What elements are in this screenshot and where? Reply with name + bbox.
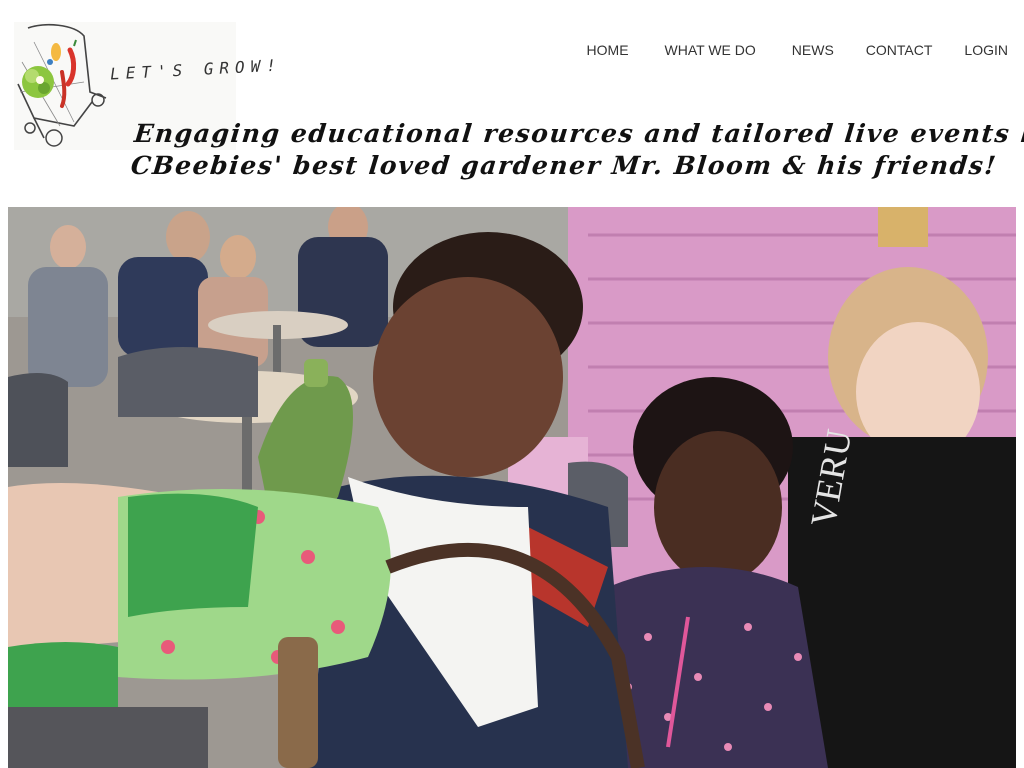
hero-image: VERU	[8, 207, 1016, 768]
nav-home[interactable]: HOME	[587, 41, 629, 59]
page: LET'S GROW! HOME WHAT WE DO NEWS CONTACT…	[0, 0, 1024, 768]
nav-what-we-do[interactable]: WHAT WE DO	[629, 41, 756, 59]
hero-photo: VERU	[8, 207, 1016, 768]
tagline: Engaging educational resources and tailo…	[129, 118, 1024, 182]
nav-login[interactable]: LOGIN	[932, 41, 1008, 59]
main-nav: HOME WHAT WE DO NEWS CONTACT LOGIN	[587, 41, 1008, 59]
nav-news[interactable]: NEWS	[756, 41, 834, 59]
tagline-line-2: CBeebies' best loved gardener Mr. Bloom …	[129, 151, 999, 180]
tagline-line-1: Engaging educational resources and tailo…	[132, 119, 1024, 148]
nav-contact[interactable]: CONTACT	[834, 41, 933, 59]
